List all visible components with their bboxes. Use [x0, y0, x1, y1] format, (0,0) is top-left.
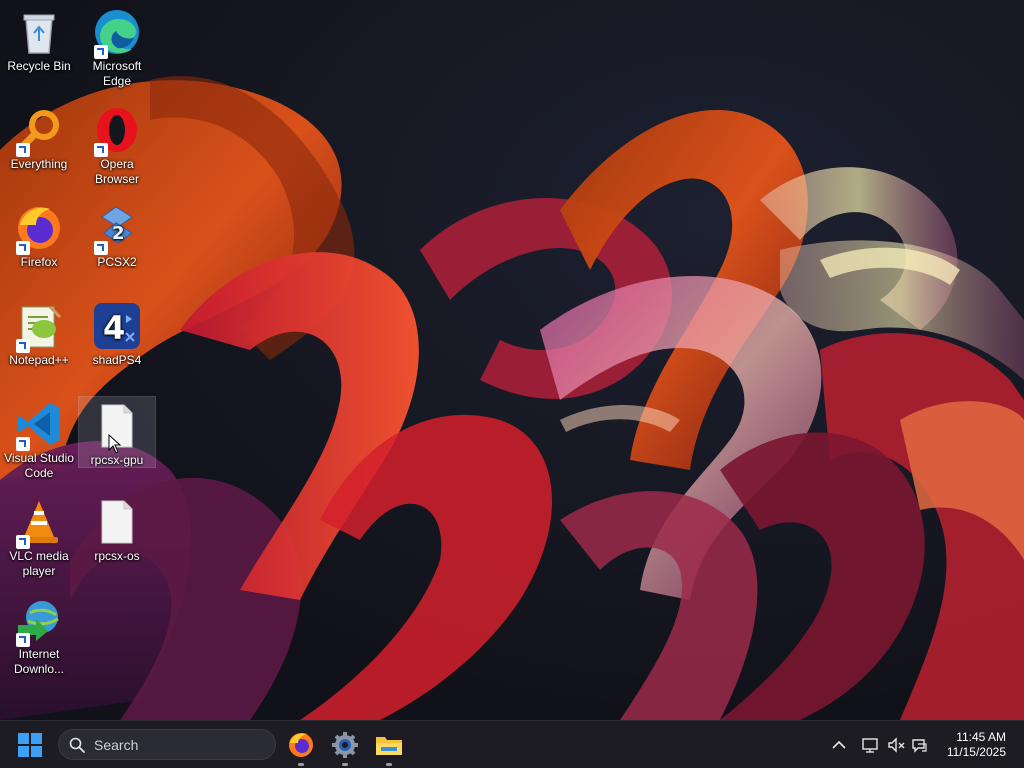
desktop-icon-vlc[interactable]: VLC media player [1, 493, 77, 579]
desktop-icon-label: Opera Browser [94, 157, 139, 186]
shortcut-arrow-icon [94, 143, 108, 157]
shortcut-arrow-icon [16, 143, 30, 157]
file-explorer-icon [376, 737, 402, 755]
notepadpp-icon [14, 301, 64, 353]
taskbar-search-box[interactable]: Search [58, 729, 276, 760]
desktop-icon-label: Everything [10, 157, 68, 171]
svg-text:4: 4 [103, 309, 125, 347]
clock-date: 11/15/2025 [946, 745, 1006, 759]
desktop-icon-everything[interactable]: Everything [1, 101, 77, 172]
shortcut-arrow-icon [16, 633, 30, 647]
desktop-icon-firefox[interactable]: Firefox [1, 199, 77, 270]
desktop-icon-label: Visual Studio Code [4, 451, 74, 480]
desktop-icon-label: Firefox [20, 255, 58, 269]
firefox-icon [14, 203, 64, 255]
desktop-icon-microsoft-edge[interactable]: Microsoft Edge [79, 3, 155, 89]
show-hidden-icons-button[interactable] [829, 735, 849, 755]
settings-gear-icon [332, 732, 358, 758]
chevron-up-icon [832, 740, 846, 749]
desktop-icon-label: shadPS4 [92, 353, 142, 367]
idm-icon [14, 595, 64, 647]
desktop-icon-label: Microsoft Edge [92, 59, 142, 88]
desktop-icon-label: VLC media player [9, 549, 69, 578]
desktop-icon-rpcsx-os[interactable]: rpcsx-os [79, 493, 155, 564]
opera-icon [92, 105, 142, 157]
volume-muted-icon [888, 737, 905, 753]
chat-button[interactable] [910, 735, 930, 755]
chat-icon [912, 739, 927, 753]
desktop-icon-label: Notepad++ [9, 353, 69, 367]
taskbar: Search 11:45 AM 11/15/2025 [0, 720, 1024, 768]
taskbar-app-file-explorer[interactable] [373, 729, 405, 766]
desktop-icon-recycle-bin[interactable]: Recycle Bin [1, 3, 77, 74]
shortcut-arrow-icon [16, 339, 30, 353]
taskbar-app-firefox[interactable] [285, 729, 317, 766]
desktop-icon-shadps4[interactable]: 4 shadPS4 [79, 297, 155, 368]
desktop-icon-notepadpp[interactable]: Notepad++ [1, 297, 77, 368]
running-indicator [342, 763, 348, 766]
running-indicator [386, 763, 392, 766]
shortcut-arrow-icon [16, 241, 30, 255]
taskbar-app-settings[interactable] [329, 729, 361, 766]
desktop-icon-label: Internet Downlo... [13, 647, 65, 676]
running-indicator [298, 763, 304, 766]
pcsx2-icon: 2 [92, 203, 142, 255]
desktop-icon-opera[interactable]: Opera Browser [79, 101, 155, 187]
search-icon [69, 737, 85, 753]
desktop-icon-rpcsx-gpu[interactable]: rpcsx-gpu [78, 396, 156, 468]
volume-button[interactable] [886, 735, 906, 755]
network-icon [862, 738, 878, 753]
windows-logo-icon [18, 733, 29, 744]
shortcut-arrow-icon [16, 535, 30, 549]
desktop-icon-label: Recycle Bin [7, 59, 71, 73]
network-status-button[interactable] [860, 735, 880, 755]
taskbar-clock[interactable]: 11:45 AM 11/15/2025 [947, 730, 1006, 760]
recycle-bin-icon [14, 7, 64, 57]
shortcut-arrow-icon [94, 241, 108, 255]
edge-icon [92, 7, 142, 59]
start-button[interactable] [18, 733, 42, 757]
search-placeholder: Search [94, 737, 139, 753]
desktop-icon-internet-download-manager[interactable]: Internet Downlo... [1, 591, 77, 677]
desktop-icon-label: rpcsx-os [94, 549, 140, 563]
desktop-icon-label: rpcsx-gpu [90, 453, 144, 467]
mouse-cursor-icon [108, 434, 122, 454]
file-icon [92, 497, 142, 547]
desktop-icon-label: PCSX2 [97, 255, 137, 269]
shadps4-icon: 4 [92, 301, 142, 351]
clock-time: 11:45 AM [956, 730, 1006, 744]
vlc-icon [14, 497, 64, 549]
everything-search-icon [14, 105, 64, 157]
svg-text:2: 2 [112, 223, 125, 244]
shortcut-arrow-icon [16, 437, 30, 451]
shortcut-arrow-icon [94, 45, 108, 59]
desktop-icon-vscode[interactable]: Visual Studio Code [1, 395, 77, 481]
desktop-icon-pcsx2[interactable]: 2 PCSX2 [79, 199, 155, 270]
firefox-icon [289, 733, 313, 757]
vscode-icon [14, 399, 64, 451]
